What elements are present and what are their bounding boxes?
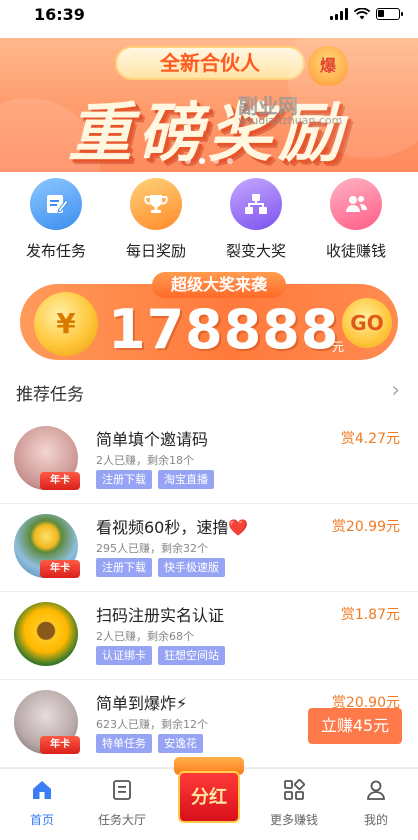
bonus-label: 分红 [191, 787, 227, 808]
quick-action-fission-prize[interactable]: 裂变大奖 [206, 178, 306, 261]
battery-icon [376, 8, 403, 20]
task-item[interactable]: 年卡 看视频60秒，速撸❤️ 295人已赚，剩余32个 注册下载 快手极速版 赏… [0, 504, 418, 592]
wifi-icon [354, 8, 370, 20]
earn-now-button[interactable]: 立赚45元 [308, 708, 402, 744]
task-title: 简单到爆炸⚡ [96, 694, 188, 713]
status-icons [330, 8, 403, 20]
task-item[interactable]: 年卡 简单填个邀请码 2人已赚，剩余18个 注册下载 淘宝直播 赏4.27元 [0, 416, 418, 504]
task-earned: 2人已赚，剩余68个 [96, 630, 194, 643]
tab-profile[interactable]: 我的 [334, 777, 418, 828]
banner-subtitle: 全新合伙人 [115, 46, 305, 80]
task-item[interactable]: 扫码注册实名认证 2人已赚，剩余68个 认证绑卡 狂想空间站 赏1.87元 [0, 592, 418, 680]
task-tag: 安逸花 [158, 734, 203, 753]
chevron-right-icon[interactable]: › [391, 378, 400, 403]
task-tags: 特单任务 安逸花 [96, 734, 203, 753]
task-tag: 淘宝直播 [158, 470, 214, 489]
promo-banner[interactable]: 全新合伙人 爆 重磅奖励 副业网 youdianzhuan.com [0, 38, 418, 172]
banner-dot[interactable] [227, 158, 233, 164]
banner-watermark-url: youdianzhuan.com [238, 114, 343, 127]
task-tags: 认证绑卡 狂想空间站 [96, 646, 225, 665]
quick-actions: 发布任务 每日奖励 裂变大奖 收徒赚钱 [0, 178, 418, 264]
recommended-tasks-header[interactable]: 推荐任务 › [0, 372, 418, 408]
coin-icon: ¥ [34, 292, 98, 356]
tab-label: 首页 [29, 813, 54, 827]
banner-pagination [0, 158, 418, 164]
tab-task-hall[interactable]: 任务大厅 [80, 777, 164, 828]
quick-action-daily-reward[interactable]: 每日奖励 [106, 178, 206, 261]
banner-dot[interactable] [185, 158, 191, 164]
quick-action-label: 每日奖励 [125, 242, 186, 260]
task-tag: 认证绑卡 [96, 646, 152, 665]
tab-label: 更多赚钱 [269, 813, 318, 827]
task-earned: 295人已赚，剩余32个 [96, 542, 208, 555]
task-tag: 注册下载 [96, 470, 152, 489]
task-earned: 623人已赚，剩余12个 [96, 718, 208, 731]
task-tag: 特单任务 [96, 734, 152, 753]
super-prize-tag: 超级大奖来袭 [152, 272, 286, 298]
profile-icon [363, 777, 389, 803]
tab-label: 任务大厅 [97, 813, 146, 827]
super-prize-banner[interactable]: 超级大奖来袭 ¥ 178888 元 GO [20, 272, 398, 362]
task-reward: 赏1.87元 [340, 607, 400, 623]
task-title: 看视频60秒，速撸❤️ [96, 518, 249, 537]
cellular-signal-icon [330, 8, 348, 20]
tab-label: 我的 [363, 813, 388, 827]
quick-action-label: 发布任务 [25, 242, 86, 260]
home-icon [29, 777, 55, 803]
section-title: 推荐任务 [16, 385, 84, 405]
status-time: 16:39 [34, 5, 85, 24]
network-icon [230, 178, 282, 230]
banner-dot[interactable] [199, 158, 205, 164]
task-tag: 狂想空间站 [158, 646, 225, 665]
status-bar: 16:39 [0, 0, 418, 28]
avatar [14, 602, 78, 666]
task-hall-icon [109, 777, 135, 803]
publish-task-icon [30, 178, 82, 230]
task-title: 简单填个邀请码 [96, 430, 209, 449]
quick-action-publish-task[interactable]: 发布任务 [6, 178, 106, 261]
grid-icon [281, 777, 307, 803]
quick-action-label: 裂变大奖 [225, 242, 286, 260]
vip-ribbon: 年卡 [40, 560, 80, 578]
quick-action-recruit[interactable]: 收徒赚钱 [306, 178, 406, 261]
banner-dot[interactable] [213, 158, 219, 164]
users-icon [330, 178, 382, 230]
quick-action-label: 收徒赚钱 [325, 242, 386, 260]
super-prize-amount: 178888 [108, 298, 340, 361]
task-title: 扫码注册实名认证 [96, 606, 225, 625]
tab-more-earn[interactable]: 更多赚钱 [252, 777, 336, 828]
task-tag: 快手极速版 [158, 558, 225, 577]
vip-ribbon: 年卡 [40, 472, 80, 490]
task-tags: 注册下载 淘宝直播 [96, 470, 214, 489]
tab-home[interactable]: 首页 [0, 777, 84, 828]
super-prize-unit: 元 [332, 340, 345, 354]
banner-hot-badge: 爆 [308, 46, 348, 86]
task-reward: 赏20.99元 [331, 519, 400, 535]
trophy-icon [130, 178, 182, 230]
vip-ribbon: 年卡 [40, 736, 80, 754]
bottom-tab-bar: 首页 任务大厅 分红 更多赚钱 我的 [0, 757, 418, 840]
task-earned: 2人已赚，剩余18个 [96, 454, 194, 467]
bonus-tab[interactable]: 分红 [174, 753, 244, 833]
go-button[interactable]: GO [342, 298, 392, 348]
task-reward: 赏4.27元 [340, 431, 400, 447]
task-tag: 注册下载 [96, 558, 152, 577]
task-tags: 注册下载 快手极速版 [96, 558, 225, 577]
